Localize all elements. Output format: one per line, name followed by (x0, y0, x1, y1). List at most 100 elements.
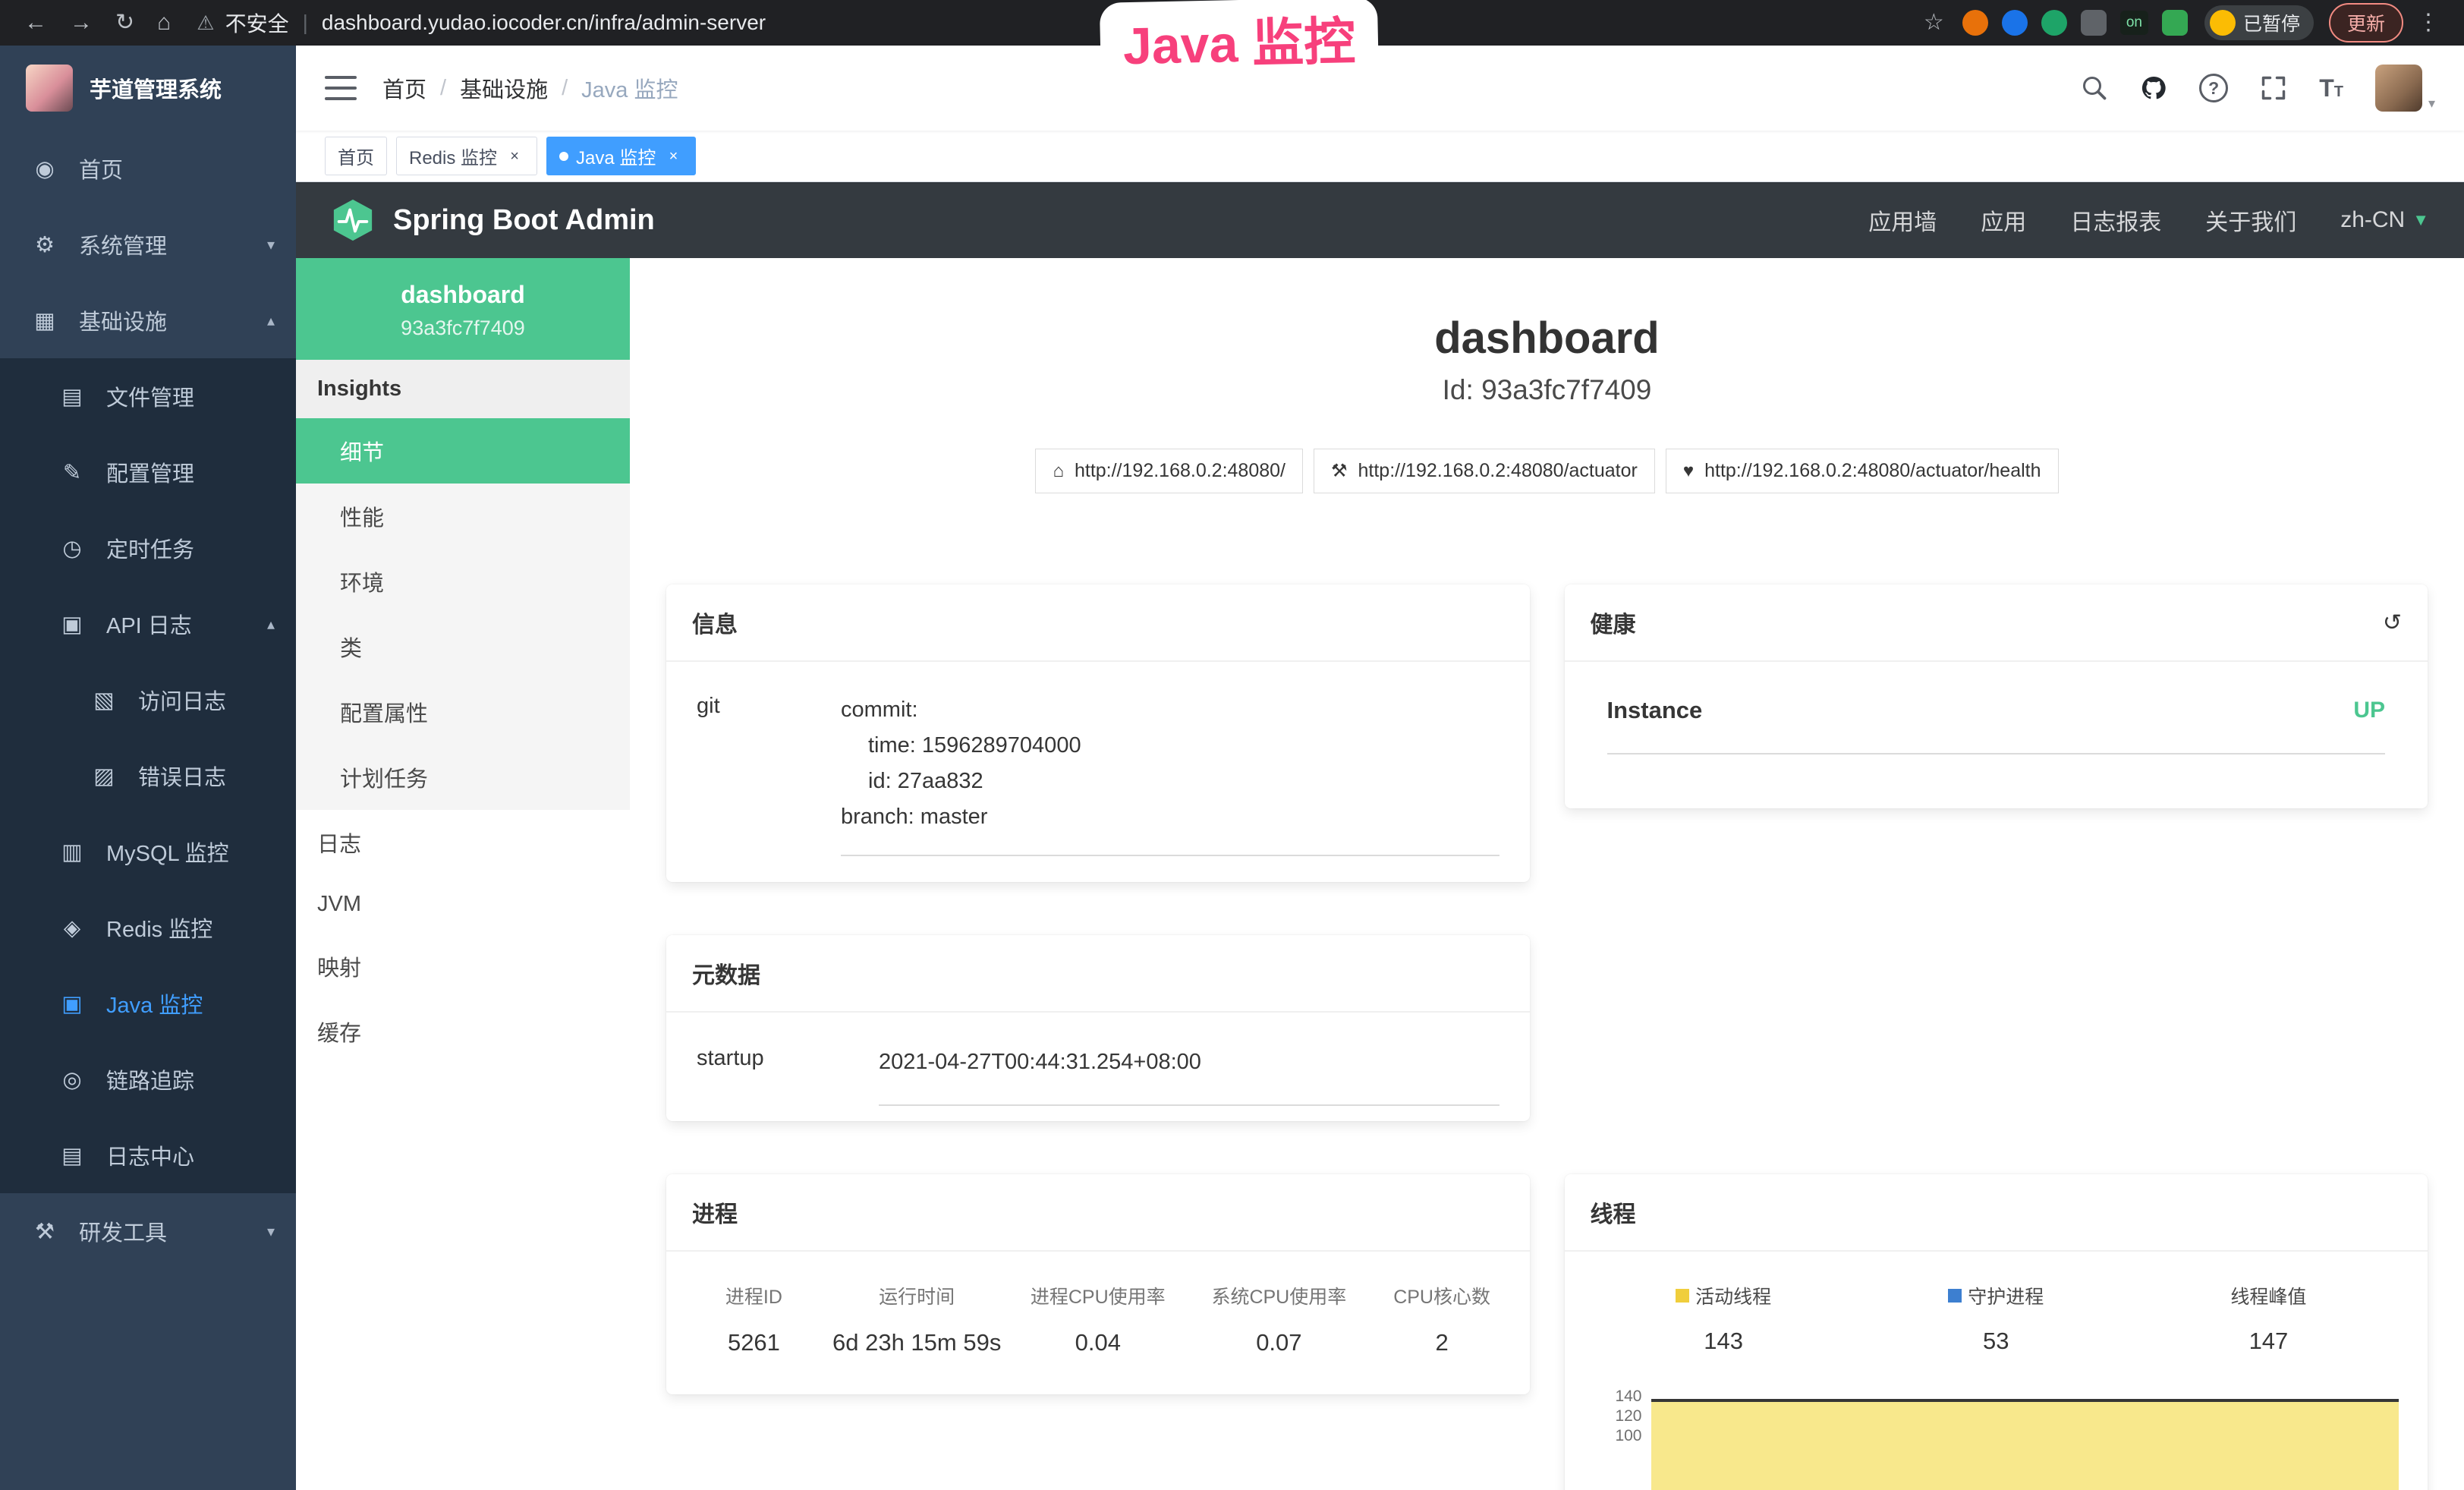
tag-java-monitor[interactable]: Java 监控 × (546, 137, 696, 175)
system-cpu-column: 系统CPU使用率 0.07 (1188, 1282, 1370, 1356)
avatar-image (2375, 65, 2422, 112)
sba-item-logs[interactable]: 日志 (296, 810, 630, 875)
instance-header[interactable]: dashboard 93a3fc7f7409 (296, 258, 630, 360)
sba-item-environment[interactable]: 环境 (296, 549, 630, 614)
security-label[interactable]: 不安全 (225, 8, 289, 38)
sidebar-item-mysql-monitor[interactable]: ▥ MySQL 监控 (0, 814, 296, 890)
extension-icon[interactable] (1962, 10, 1988, 36)
annotation-text: Java 监控 (1100, 0, 1379, 89)
sidebar-item-config-management[interactable]: ✎ 配置管理 (0, 434, 296, 510)
live-threads: 活动线程 143 (1588, 1282, 1860, 1355)
extension-icon[interactable] (2162, 10, 2188, 36)
sba-item-jvm[interactable]: JVM (296, 875, 630, 934)
sba-item-caches[interactable]: 缓存 (296, 999, 630, 1064)
browser-menu-icon[interactable]: ⋮ (2408, 11, 2449, 34)
link-url: http://192.168.0.2:48080/actuator (1358, 460, 1638, 482)
locale-select[interactable]: zh-CN ▼ (2340, 207, 2429, 233)
threads-legend: 活动线程 143 守护进程 53 线程峰值 (1588, 1282, 2406, 1355)
sba-nav-wallboard[interactable]: 应用墙 (1868, 203, 1937, 237)
sidebar-item-infrastructure[interactable]: ▦ 基础设施 ▴ (0, 282, 296, 358)
app-frame: 芋道管理系统 ◉ 首页 ⚙ 系统管理 ▾ ▦ 基础设施 ▴ ▤ 文件管理 ✎ 配… (0, 46, 2464, 1490)
bookmark-star-icon[interactable]: ☆ (1915, 11, 1953, 34)
sidebar-item-home[interactable]: ◉ 首页 (0, 131, 296, 206)
font-size-icon[interactable]: TT (2319, 74, 2343, 102)
github-icon[interactable] (2140, 74, 2167, 102)
sba-item-config-props[interactable]: 配置属性 (296, 679, 630, 745)
search-icon[interactable] (2081, 74, 2108, 102)
caret-down-icon: ▾ (2428, 96, 2435, 112)
sba-nav-journal[interactable]: 日志报表 (2070, 203, 2161, 237)
history-icon[interactable]: ↺ (2383, 610, 2402, 636)
reload-icon[interactable]: ↻ (106, 11, 143, 34)
sidebar-logo[interactable]: 芋道管理系统 (0, 46, 296, 131)
status-badge: UP (2353, 698, 2385, 723)
admin-sidebar: 芋道管理系统 ◉ 首页 ⚙ 系统管理 ▾ ▦ 基础设施 ▴ ▤ 文件管理 ✎ 配… (0, 46, 296, 1490)
blue-legend-swatch (1948, 1289, 1962, 1303)
sidebar-item-trace[interactable]: ◎ 链路追踪 (0, 1041, 296, 1117)
sidebar-item-scheduled-jobs[interactable]: ◷ 定时任务 (0, 510, 296, 586)
actuator-url-link[interactable]: ⚒ http://192.168.0.2:48080/actuator (1314, 449, 1655, 493)
sidebar-item-log-center[interactable]: ▤ 日志中心 (0, 1117, 296, 1193)
address-bar[interactable]: ⚠ 不安全 | dashboard.yudao.iocoder.cn/infra… (197, 8, 1898, 38)
sidebar-item-label: 配置管理 (106, 456, 194, 488)
chevron-down-icon: ▾ (267, 1222, 275, 1241)
sba-item-scheduled-tasks[interactable]: 计划任务 (296, 745, 630, 810)
sidebar-item-label: 首页 (79, 153, 123, 184)
cards-left-column: 信息 git commit: time: 1596289704000 id: 2… (666, 584, 1530, 1394)
sba-nav-applications[interactable]: 应用 (1981, 203, 2026, 237)
sba-item-details[interactable]: 细节 (296, 418, 630, 484)
service-url-link[interactable]: ⌂ http://192.168.0.2:48080/ (1035, 449, 1303, 493)
user-avatar[interactable]: ▾ (2375, 65, 2435, 112)
instance-id: 93a3fc7f7409 (304, 317, 622, 340)
git-commit-line: commit: (841, 692, 1499, 728)
tools-icon: ⚒ (30, 1218, 59, 1245)
sidebar-item-redis-monitor[interactable]: ◈ Redis 监控 (0, 890, 296, 966)
extension-icon[interactable] (2041, 10, 2067, 36)
page-title: dashboard (1434, 313, 1660, 364)
sba-brand[interactable]: Spring Boot Admin (393, 204, 655, 237)
tag-home[interactable]: 首页 (325, 137, 387, 175)
update-button[interactable]: 更新 (2329, 3, 2403, 43)
sidebar-item-system-management[interactable]: ⚙ 系统管理 ▾ (0, 206, 296, 282)
browser-home-icon[interactable]: ⌂ (148, 11, 180, 34)
sba-item-mappings[interactable]: 映射 (296, 934, 630, 999)
sidebar-item-error-log[interactable]: ▨ 错误日志 (0, 738, 296, 814)
sidebar-item-file-management[interactable]: ▤ 文件管理 (0, 358, 296, 434)
layers-icon: ◈ (58, 915, 87, 941)
clock-icon: ◷ (58, 535, 87, 562)
sidebar-item-dev-tools[interactable]: ⚒ 研发工具 ▾ (0, 1193, 296, 1269)
health-row[interactable]: Instance UP (1607, 697, 2386, 754)
close-icon[interactable]: × (663, 146, 683, 166)
sba-nav-about[interactable]: 关于我们 (2205, 203, 2296, 237)
sba-group-insights[interactable]: Insights (296, 360, 630, 418)
chevron-down-icon: ▾ (267, 235, 275, 254)
health-url-link[interactable]: ♥ http://192.168.0.2:48080/actuator/heal… (1666, 449, 2059, 493)
back-icon[interactable]: ← (15, 11, 56, 34)
sidebar-item-java-monitor[interactable]: ▣ Java 监控 (0, 966, 296, 1041)
extensions-puzzle-icon[interactable] (2081, 10, 2107, 36)
insights-items: 细节 性能 环境 类 配置属性 计划任务 (296, 418, 630, 810)
link-url: http://192.168.0.2:48080/actuator/health (1704, 460, 2041, 482)
process-card: 进程 进程ID 5261 运行时间 6d 23h 15m 59s (666, 1174, 1530, 1394)
breadcrumb-home[interactable]: 首页 (382, 72, 426, 104)
extension-badge[interactable]: on (2120, 11, 2148, 35)
close-icon[interactable]: × (505, 146, 524, 166)
git-time-line: time: 1596289704000 (841, 728, 1499, 764)
sidebar-item-access-log[interactable]: ▧ 访问日志 (0, 662, 296, 738)
breadcrumb-infrastructure[interactable]: 基础设施 (460, 72, 548, 104)
git-id-line: id: 27aa832 (841, 764, 1499, 799)
forward-icon[interactable]: → (61, 11, 102, 34)
chevron-up-icon: ▴ (267, 311, 275, 330)
sba-item-performance[interactable]: 性能 (296, 484, 630, 549)
monitor-icon: ▦ (30, 307, 59, 334)
profile-chip[interactable]: 已暂停 (2204, 5, 2314, 40)
hamburger-icon[interactable] (325, 76, 357, 100)
info-key: git (697, 692, 841, 856)
sidebar-item-api-log[interactable]: ▣ API 日志 ▴ (0, 586, 296, 662)
sba-item-classes[interactable]: 类 (296, 614, 630, 679)
url-text[interactable]: dashboard.yudao.iocoder.cn/infra/admin-s… (322, 11, 766, 35)
help-icon[interactable]: ? (2199, 74, 2228, 102)
extension-icon[interactable] (2002, 10, 2028, 36)
tag-redis-monitor[interactable]: Redis 监控 × (396, 137, 537, 175)
fullscreen-icon[interactable] (2260, 74, 2287, 102)
